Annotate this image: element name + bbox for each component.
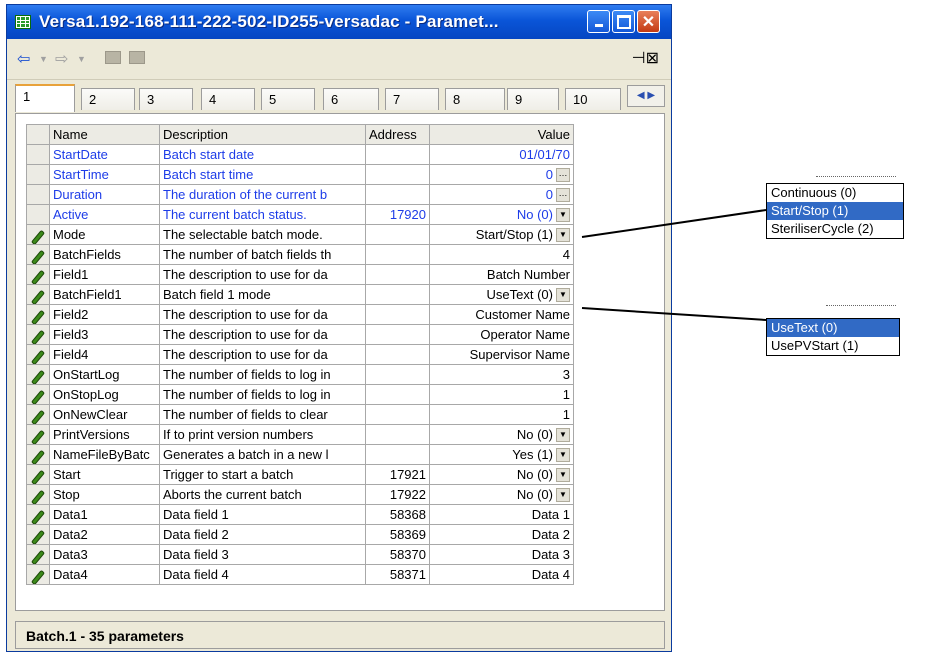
tab-label: 1: [23, 89, 31, 104]
tab-1[interactable]: 1: [15, 84, 75, 112]
batchfield-callout-line: [581, 307, 767, 321]
mode-callout-line: [581, 209, 767, 238]
callout-lines: [581, 209, 767, 321]
